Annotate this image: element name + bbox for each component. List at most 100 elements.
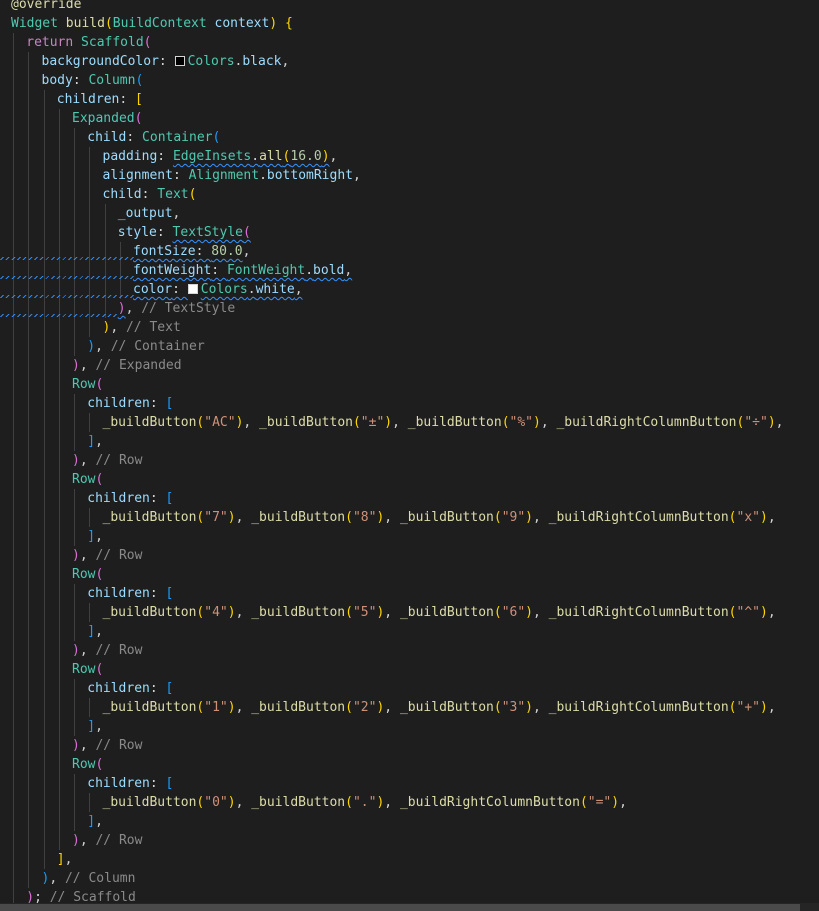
code-token: ,: [533, 700, 549, 715]
code-token: // TextStyle: [141, 301, 236, 316]
code-line[interactable]: children: [: [11, 679, 783, 698]
code-line[interactable]: ), // Container: [11, 337, 783, 356]
code-line[interactable]: child: Text(: [11, 185, 783, 204]
indent-guide: [58, 413, 60, 432]
indent-guide: [28, 831, 30, 850]
code-line[interactable]: ), // Column: [11, 869, 783, 888]
code-token: children: [87, 491, 150, 506]
code-token: _buildRightColumnButton: [556, 415, 737, 430]
code-line[interactable]: ],: [11, 812, 783, 831]
horizontal-scrollbar[interactable]: [0, 903, 819, 911]
code-line[interactable]: ), // Row: [11, 641, 783, 660]
code-line[interactable]: padding: EdgeInsets.all(16.0),: [11, 147, 783, 166]
code-line[interactable]: children: [: [11, 394, 783, 413]
code-line[interactable]: children: [: [11, 489, 783, 508]
code-line[interactable]: ), // Row: [11, 546, 783, 565]
code-token: ,: [79, 738, 96, 753]
code-line[interactable]: _buildButton("7"), _buildButton("8"), _b…: [11, 508, 783, 527]
code-line[interactable]: style: TextStyle(: [11, 223, 783, 242]
indent-guide: [28, 869, 30, 888]
code-line[interactable]: ), // TextStyle: [0, 299, 783, 318]
code-line[interactable]: backgroundColor: Colors.black,: [11, 52, 783, 71]
code-token: (: [95, 377, 104, 392]
code-line[interactable]: ), // Row: [11, 831, 783, 850]
code-token: Alignment: [188, 168, 260, 183]
code-token: .: [305, 263, 314, 278]
code-line[interactable]: @override: [11, 0, 783, 14]
code-line[interactable]: Row(: [11, 565, 783, 584]
code-token: (: [243, 225, 251, 240]
indent-guide: [89, 166, 91, 185]
color-swatch-black-icon[interactable]: [174, 56, 185, 66]
code-token: @override: [11, 0, 82, 12]
indent-guide: [28, 584, 30, 603]
code-line[interactable]: _buildButton("0"), _buildButton("."), _b…: [11, 793, 783, 812]
code-line[interactable]: fontSize: 80.0,: [0, 242, 783, 261]
code-line[interactable]: Row(: [11, 375, 783, 394]
code-token: ): [759, 510, 768, 525]
indent-guide: [58, 147, 60, 166]
code-line[interactable]: Row(: [11, 470, 783, 489]
indent-guide: [28, 52, 30, 71]
code-line[interactable]: ],: [11, 850, 783, 869]
code-line[interactable]: children: [: [11, 774, 783, 793]
indent-guide: [43, 679, 45, 698]
scrollbar-thumb[interactable]: [0, 904, 800, 911]
code-token: ): [227, 795, 236, 810]
indent-guide: [58, 508, 60, 527]
code-token: ,: [110, 320, 126, 335]
code-line[interactable]: ), // Text: [11, 318, 783, 337]
indent-guide: [13, 470, 14, 489]
code-line[interactable]: body: Column(: [11, 71, 783, 90]
code-line[interactable]: ],: [11, 622, 783, 641]
code-line[interactable]: color: Colors.white,: [0, 280, 783, 299]
code-editor[interactable]: @override Widget build(BuildContext conte…: [0, 0, 819, 911]
code-line[interactable]: Widget build(BuildContext context) {: [11, 14, 783, 33]
code-line[interactable]: Expanded(: [11, 109, 783, 128]
code-line[interactable]: alignment: Alignment.bottomRight,: [11, 166, 783, 185]
indent-guide: [58, 736, 60, 755]
indent-guide: [28, 622, 30, 641]
code-line[interactable]: ), // Expanded: [11, 356, 783, 375]
code-token: ): [87, 339, 96, 354]
code-line[interactable]: ), // Row: [11, 736, 783, 755]
code-line[interactable]: ],: [11, 432, 783, 451]
code-line[interactable]: ), // Row: [11, 451, 783, 470]
code-token: _buildRightColumnButton: [399, 795, 580, 810]
code-token: ,: [95, 529, 103, 544]
code-line[interactable]: children: [: [11, 90, 783, 109]
code-line[interactable]: children: [: [11, 584, 783, 603]
code-line[interactable]: child: Container(: [11, 128, 783, 147]
indent-guide: [58, 432, 60, 451]
code-lines[interactable]: @override Widget build(BuildContext conte…: [0, 0, 783, 907]
code-line[interactable]: Row(: [11, 755, 783, 774]
color-swatch-white-icon[interactable]: [187, 284, 198, 294]
code-token: // Row: [95, 738, 143, 753]
indent-guide: [89, 147, 91, 166]
code-line[interactable]: _output,: [11, 204, 783, 223]
code-line[interactable]: return Scaffold(: [11, 33, 783, 52]
code-line[interactable]: _buildButton("1"), _buildButton("2"), _b…: [11, 698, 783, 717]
code-token: (: [493, 700, 502, 715]
code-token: ,: [767, 605, 776, 620]
code-line[interactable]: ],: [11, 527, 783, 546]
code-line[interactable]: _buildButton("4"), _buildButton("5"), _b…: [11, 603, 783, 622]
code-token: .: [251, 149, 260, 164]
indent-guide: [43, 432, 45, 451]
code-line[interactable]: ],: [11, 717, 783, 736]
code-token: body: [41, 73, 73, 88]
code-line[interactable]: Row(: [11, 660, 783, 679]
indent-guide: [74, 394, 75, 413]
code-token: Row: [72, 377, 96, 392]
indent-guide: [74, 318, 75, 337]
indent-guide: [13, 736, 14, 755]
code-token: ,: [352, 168, 361, 183]
code-line[interactable]: _buildButton("AC"), _buildButton("±"), _…: [11, 413, 783, 432]
indent-guide: [58, 394, 60, 413]
indent-guide: [74, 489, 75, 508]
code-line[interactable]: fontWeight: FontWeight.bold,: [0, 261, 783, 280]
indent-guide: [89, 223, 91, 242]
code-token: (: [493, 510, 502, 525]
